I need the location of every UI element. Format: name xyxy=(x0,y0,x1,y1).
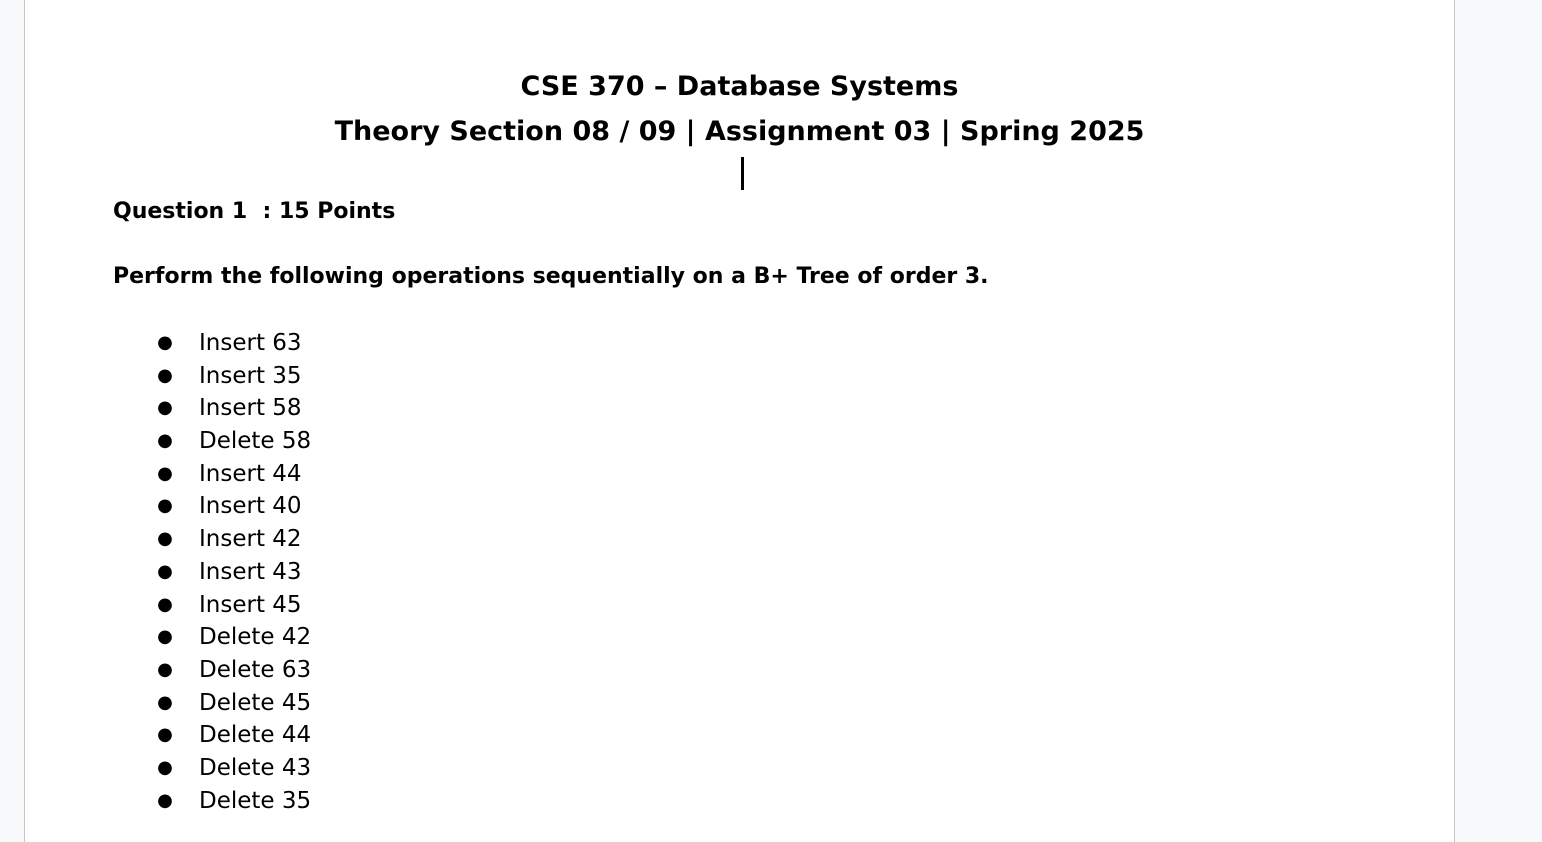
operation-text: Delete 45 xyxy=(199,689,312,716)
operation-text: Insert 58 xyxy=(199,395,302,422)
bullet-icon: ● xyxy=(157,593,173,615)
document-page[interactable]: CSE 370 – Database Systems Theory Sectio… xyxy=(24,0,1455,842)
operation-text: Delete 43 xyxy=(199,754,312,781)
document-title: CSE 370 – Database Systems xyxy=(520,71,959,102)
operation-text: Insert 63 xyxy=(199,330,302,356)
question-instructions: Perform the following operations sequent… xyxy=(113,264,989,289)
operation-text: Insert 44 xyxy=(199,460,302,487)
text-cursor xyxy=(741,157,744,190)
operation-text: Delete 63 xyxy=(199,656,312,683)
bullet-icon: ● xyxy=(157,724,173,746)
operation-text: Insert 45 xyxy=(199,591,302,618)
question-heading: Question 1 : 15 Points xyxy=(113,199,396,224)
operation-text: Insert 42 xyxy=(199,526,302,553)
bullet-icon: ● xyxy=(157,397,173,419)
operation-text: Delete 42 xyxy=(199,624,312,651)
bullet-icon: ● xyxy=(157,528,173,550)
document-subtitle: Theory Section 08 / 09 | Assignment 03 |… xyxy=(334,116,1145,147)
bullet-icon: ● xyxy=(157,658,173,680)
bullet-icon: ● xyxy=(157,495,173,517)
operation-text: Insert 40 xyxy=(199,493,302,520)
bullet-icon: ● xyxy=(157,691,173,713)
bullet-icon: ● xyxy=(157,560,173,582)
operation-text: Delete 35 xyxy=(199,787,312,814)
operation-text: Insert 43 xyxy=(199,558,302,585)
operation-text: Delete 58 xyxy=(199,428,312,455)
bullet-icon: ● xyxy=(157,364,173,386)
bullet-icon: ● xyxy=(157,332,173,353)
bullet-icon: ● xyxy=(157,430,173,452)
bullet-icon: ● xyxy=(157,462,173,484)
bullet-icon: ● xyxy=(157,626,173,648)
bullet-icon: ● xyxy=(157,789,173,811)
bullet-icon: ● xyxy=(157,756,173,778)
operation-text: Delete 44 xyxy=(199,722,312,749)
operation-text: Insert 35 xyxy=(199,362,302,389)
